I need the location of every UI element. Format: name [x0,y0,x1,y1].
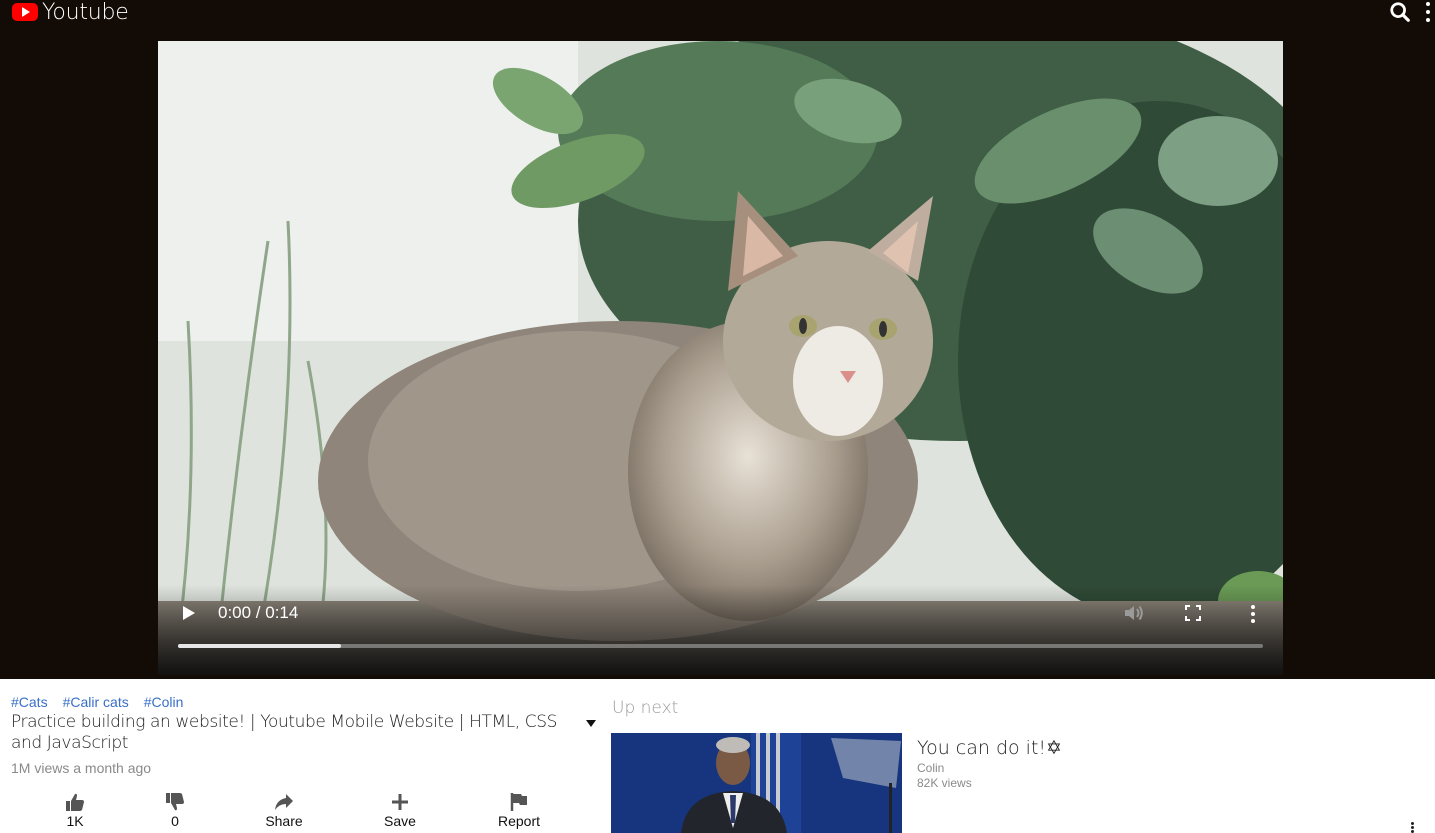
flag-icon [510,793,527,811]
video-meta: 1M views a month ago [11,760,152,776]
controls-overlay [158,585,1283,675]
video-player[interactable]: 0:00 / 0:14 [158,41,1283,675]
like-button[interactable]: 1K [40,792,110,829]
plus-icon [392,794,408,810]
thumbs-down-icon [166,793,184,811]
header-bar: Youtube 0:00 / 0:14 [0,0,1435,679]
video-frame [158,41,1283,675]
recommended-title[interactable]: You can do it!✡ [917,737,1062,759]
share-icon [275,794,293,810]
caret-down-icon[interactable] [585,717,597,729]
tag-list: #Cats #Calir cats #Colin [11,694,183,710]
player-more-icon[interactable] [1250,605,1256,623]
fullscreen-icon[interactable] [1185,605,1201,621]
recommended-channel[interactable]: Colin [917,761,944,775]
time-display: 0:00 / 0:14 [218,603,299,622]
up-next-heading: Up next [612,698,679,718]
youtube-logo-icon [12,3,38,21]
progress-fill [178,644,341,648]
recommended-views: 82K views [917,776,972,790]
header-actions [1389,0,1431,24]
tag-link[interactable]: #Colin [144,694,184,710]
action-bar: 1K 0 Share Save Report [40,792,580,832]
share-label: Share [265,813,303,829]
recommended-more-icon[interactable] [1409,822,1415,833]
more-vert-icon[interactable] [1425,2,1431,22]
dislike-button[interactable]: 0 [140,792,210,829]
app-name: Youtube [42,0,129,25]
thumbnail-image [611,733,902,833]
recommended-thumbnail[interactable] [611,733,902,833]
report-button[interactable]: Report [484,792,554,829]
video-title: Practice building an website! | Youtube … [11,712,558,753]
save-button[interactable]: Save [365,792,435,829]
volume-icon[interactable] [1123,603,1145,623]
dislike-count: 0 [171,813,179,829]
search-icon[interactable] [1389,1,1411,23]
thumbs-up-icon [66,793,84,811]
progress-bar[interactable] [178,644,1263,648]
share-button[interactable]: Share [249,792,319,829]
like-count: 1K [66,813,84,829]
tag-link[interactable]: #Calir cats [63,694,129,710]
brand[interactable]: Youtube [12,0,129,25]
report-label: Report [497,813,541,829]
play-icon[interactable] [182,605,196,621]
save-label: Save [384,813,416,829]
tag-link[interactable]: #Cats [11,694,48,710]
